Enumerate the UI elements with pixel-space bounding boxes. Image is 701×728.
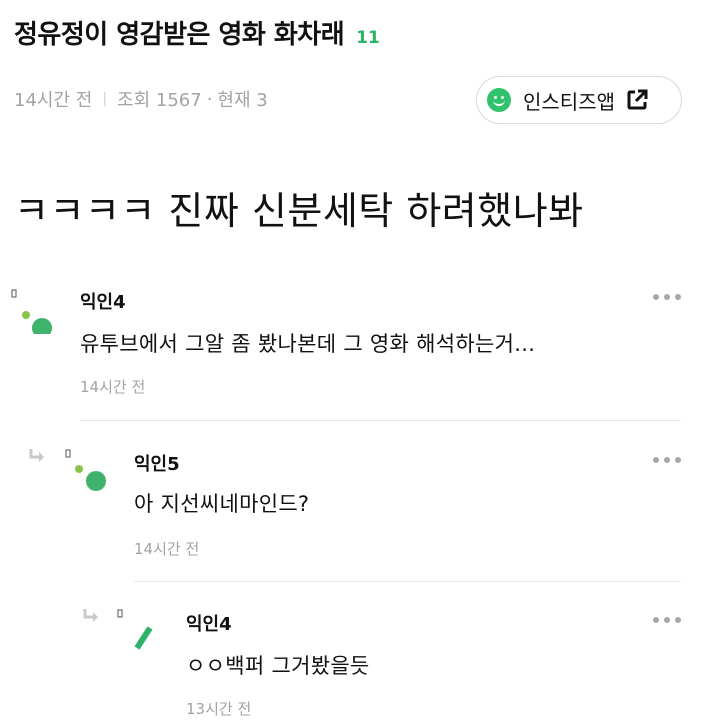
comment-author[interactable]: 익인5 [134,450,180,476]
post-title: 정유정이 영감받은 영화 화차래 [14,20,345,50]
comment-text: 유투브에서 그알 좀 봤나본데 그 영화 해석하는거... [80,332,536,356]
post-time: 14시간 전 [14,90,93,111]
avatar [64,448,106,491]
open-app-label: 인스티즈앱 [523,89,615,114]
post-body: ㅋㅋㅋㅋ 진짜 신분세탁 하려했나봐 [14,189,584,233]
more-options-icon[interactable] [653,457,681,463]
comment-time: 13시간 전 [186,700,252,718]
meta-separator: | [102,91,108,107]
reply-arrow-icon [82,608,100,628]
smile-icon [487,88,511,112]
post-meta: 14시간 전 | 조회 1567 · 현재 3 [14,86,268,112]
comment-time: 14시간 전 [134,540,200,558]
divider [134,581,681,582]
post-header: 정유정이 영감받은 영화 화차래 11 [14,14,380,51]
external-link-icon [625,88,649,112]
post-current-viewers: 현재 3 [217,90,268,111]
comment-count-badge[interactable]: 11 [356,28,380,48]
avatar [10,288,52,338]
open-app-button[interactable]: 인스티즈앱 [476,76,682,124]
comment-text: 아 지선씨네마인드? [134,492,310,516]
more-options-icon[interactable] [653,294,681,300]
comment-author[interactable]: 익인4 [186,610,232,636]
more-options-icon[interactable] [653,617,681,623]
reply-arrow-icon [28,448,46,468]
meta-dot: · [206,88,213,110]
post-views: 조회 1567 [117,90,202,111]
avatar [116,608,156,650]
comment-text: ㅇㅇ백퍼 그거봤을듯 [186,654,370,678]
comment-author[interactable]: 익인4 [80,288,126,314]
divider [80,420,681,421]
comment-time: 14시간 전 [80,378,146,396]
